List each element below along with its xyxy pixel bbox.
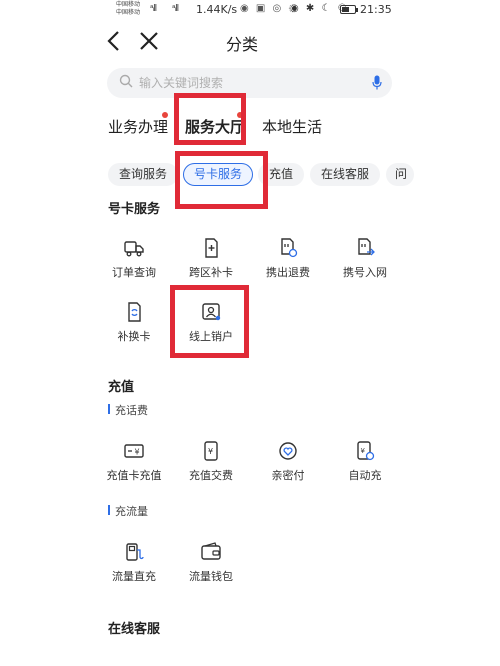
svg-text:¥: ¥ [361,447,366,455]
highlight-box-tab [174,93,246,145]
data-wallet-button[interactable]: 流量钱包 [175,542,247,584]
item-label: 跨区补卡 [189,266,233,279]
sim-swap-icon [128,302,141,322]
search-input[interactable] [139,73,359,93]
highlight-box-chip [175,151,268,209]
auto-recharge-icon: ¥ [357,441,375,461]
carrier-2: 中国移动 [116,9,141,16]
swap-card-button[interactable]: 补换卡 [98,302,170,344]
page-title: 分类 [226,35,259,54]
port-in-button[interactable]: 携号入网 [329,238,401,280]
item-label: 订单查询 [112,266,156,279]
sim-transfer-icon [358,238,375,256]
item-label: 携出退费 [266,266,310,279]
auto-recharge-button[interactable]: ¥ 自动充 [329,441,401,483]
card-recharge-button[interactable]: ¥ 充值卡充值 [98,441,170,483]
item-label: 携号入网 [343,266,387,279]
fuel-icon [126,543,144,561]
back-icon[interactable] [104,28,126,54]
chip-online-service[interactable]: 在线客服 [310,163,381,186]
tab-badge-dot [162,112,168,118]
recharge-pay-button[interactable]: ¥ 充值交费 [175,441,247,483]
clock: 21:35 [360,3,392,16]
chip-more[interactable]: 问 [386,163,415,186]
item-label: 流量直充 [112,570,156,583]
tab-local-life[interactable]: 本地生活 [262,116,322,137]
svg-text:¥: ¥ [208,447,213,456]
card-yuan-icon: ¥ [124,444,144,458]
close-icon[interactable] [138,28,160,54]
svg-text:¥: ¥ [135,448,140,457]
wallet-icon [201,542,221,560]
item-label: 亲密付 [271,469,305,482]
section-title-card-service: 号卡服务 [108,202,161,217]
item-label: 充值交费 [189,469,233,482]
item-label: 流量钱包 [189,570,233,583]
carrier-1: 中国移动 [116,1,141,8]
network-speed: 1.44K/s [196,3,238,16]
signal-2-icon: ᵃᵢll [172,4,179,14]
cross-region-card-button[interactable]: 跨区补卡 [175,238,247,280]
sim-add-icon [205,238,218,258]
sim-refund-icon [281,238,298,258]
subsection-title-data: 充流量 [108,503,148,519]
section-title-recharge: 充值 [108,380,135,395]
carrier-labels: 中国移动 中国移动 [116,1,140,17]
signal-1-icon: ᵃᵢll [150,4,157,14]
subsection-title-phone-bill: 充话费 [108,402,148,418]
order-query-button[interactable]: 订单查询 [98,238,170,280]
highlight-box-cancel-account [170,285,249,358]
section-title-online-service: 在线客服 [108,622,161,637]
chip-query-service[interactable]: 查询服务 [108,163,179,186]
item-label: 自动充 [348,469,382,482]
data-direct-recharge-button[interactable]: 流量直充 [98,542,170,584]
item-label: 充值卡充值 [106,469,162,482]
item-label: 补换卡 [117,330,151,343]
intimate-pay-button[interactable]: 亲密付 [252,441,324,483]
microphone-icon[interactable] [372,75,382,90]
heart-icon [279,442,297,460]
search-bar[interactable] [107,68,392,98]
tab-business[interactable]: 业务办理 [108,116,168,137]
port-out-refund-button[interactable]: 携出退费 [252,238,324,280]
phone-yuan-icon: ¥ [204,441,218,461]
search-icon [119,74,133,88]
truck-icon [124,241,144,257]
battery-icon [340,5,358,14]
status-bar: 中国移动 中国移动 ᵃᵢll ᵃᵢll 1.44K/s ◉ ▣ ◎ ◌ ◉ ✱ … [0,0,500,22]
